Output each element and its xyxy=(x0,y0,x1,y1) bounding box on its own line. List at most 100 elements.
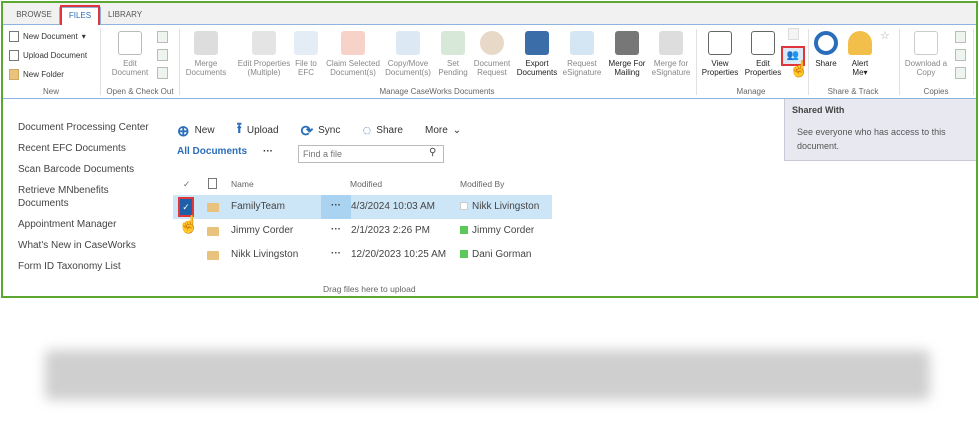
share-icon: ◌ xyxy=(362,122,372,139)
send-to-icon[interactable] xyxy=(955,49,966,61)
new-document-button[interactable]: New Document ▾ xyxy=(9,31,86,42)
search-icon[interactable]: ⚲ xyxy=(429,147,436,158)
chevron-down-icon: ⌄ xyxy=(452,125,462,136)
export-icon xyxy=(525,31,549,55)
item-modified-by[interactable]: Dani Gorman xyxy=(460,249,531,260)
merge-icon xyxy=(194,31,218,55)
edit-properties-button[interactable]: Edit Properties xyxy=(742,31,784,77)
copy-icon[interactable] xyxy=(955,31,966,43)
ribbon: New Document ▾ Upload Document New Folder… xyxy=(3,25,976,99)
upload-button[interactable]: ⭱ Upload xyxy=(237,118,279,143)
hand-cursor-icon: ☝ xyxy=(789,61,809,78)
table-row[interactable]: Jimmy Corder ··· 2/1/2023 2:26 PM Jimmy … xyxy=(173,219,552,243)
group-label-manage-caseworks: Manage CaseWorks Documents xyxy=(379,87,495,96)
claim-icon xyxy=(341,31,365,55)
nav-item[interactable]: Recent EFC Documents xyxy=(18,142,158,155)
item-menu-ellipsis[interactable]: ··· xyxy=(321,195,351,219)
upload-document-button[interactable]: Upload Document xyxy=(9,50,87,61)
nav-item[interactable]: What's New in CaseWorks xyxy=(18,239,158,252)
view-properties-button[interactable]: View Properties xyxy=(699,31,741,77)
document-request-button[interactable]: Document Request xyxy=(471,31,513,77)
view-properties-icon xyxy=(708,31,732,55)
discard-checkout-icon[interactable] xyxy=(157,67,168,79)
item-modified: 2/1/2023 2:26 PM xyxy=(351,225,430,236)
tab-library[interactable]: LIBRARY xyxy=(101,7,149,25)
row-checkbox[interactable]: ✓ xyxy=(178,197,194,217)
esignature-merge-icon xyxy=(659,31,683,55)
plus-circle-icon: ⊕ xyxy=(177,122,190,140)
item-menu-ellipsis[interactable]: ··· xyxy=(321,219,351,243)
share-button[interactable]: Share xyxy=(811,31,841,68)
nav-item[interactable]: Scan Barcode Documents xyxy=(18,163,158,176)
check-out-icon[interactable] xyxy=(157,31,168,43)
table-row[interactable]: Nikk Livingston ··· 12/20/2023 10:25 AM … xyxy=(173,243,552,267)
divider xyxy=(100,29,101,95)
set-pending-button[interactable]: Set Pending xyxy=(435,31,471,77)
more-button[interactable]: More ⌄ xyxy=(425,125,461,136)
item-name[interactable]: Jimmy Corder xyxy=(231,225,293,236)
item-modified: 12/20/2023 10:25 AM xyxy=(351,249,447,260)
version-history-icon[interactable] xyxy=(788,28,799,40)
blurred-region xyxy=(45,350,930,400)
edit-document-icon xyxy=(118,31,142,55)
item-name[interactable]: FamilyTeam xyxy=(231,201,285,212)
folder-icon xyxy=(207,203,219,212)
view-all-documents[interactable]: All Documents xyxy=(177,146,247,157)
file-to-efc-button[interactable]: File to EFC xyxy=(291,31,321,77)
item-menu-ellipsis[interactable]: ··· xyxy=(321,243,351,267)
presence-icon xyxy=(460,226,468,234)
merge-for-mailing-button[interactable]: Merge For Mailing xyxy=(605,31,649,77)
column-header-name[interactable]: Name xyxy=(231,179,254,189)
nav-item[interactable]: Retrieve MNbenefits Documents xyxy=(18,184,158,210)
edit-properties-multiple-button[interactable]: Edit Properties (Multiple) xyxy=(231,31,297,77)
sync-button[interactable]: ⟳ Sync xyxy=(301,122,341,140)
request-esignature-button[interactable]: Request eSignature xyxy=(560,31,604,77)
share-command-button[interactable]: ◌ Share xyxy=(362,122,403,139)
merge-for-esignature-button[interactable]: Merge for eSignature xyxy=(649,31,693,77)
merge-documents-button[interactable]: Merge Documents xyxy=(183,31,229,77)
group-label-copies: Copies xyxy=(923,87,949,96)
folder-icon xyxy=(9,69,19,80)
new-button[interactable]: ⊕ New xyxy=(177,122,215,140)
download-icon xyxy=(914,31,938,55)
nav-item[interactable]: Document Processing Center xyxy=(18,121,158,134)
divider xyxy=(899,29,900,95)
export-documents-button[interactable]: Export Documents xyxy=(515,31,559,77)
sharepoint-window: BROWSE FILES LIBRARY New Document ▾ Uploa… xyxy=(1,1,978,298)
edit-document-button[interactable]: Edit Document xyxy=(105,31,155,77)
item-modified-by[interactable]: Nikk Livingston xyxy=(460,201,539,212)
item-name[interactable]: Nikk Livingston xyxy=(231,249,298,260)
table-row[interactable]: ✓ FamilyTeam ··· 4/3/2024 10:03 AM Nikk … xyxy=(173,195,552,219)
select-all-checkmark[interactable]: ✓ xyxy=(183,179,190,190)
copy-move-button[interactable]: Copy/Move Document(s) xyxy=(383,31,433,77)
dropdown-icon: ▾ xyxy=(81,32,86,41)
claim-selected-button[interactable]: Claim Selected Document(s) xyxy=(323,31,383,77)
column-header-modified-by[interactable]: Modified By xyxy=(460,179,504,189)
new-document-icon xyxy=(9,31,19,42)
move-icon[interactable] xyxy=(955,67,966,79)
column-header-modified[interactable]: Modified xyxy=(350,179,382,189)
upload-icon xyxy=(9,50,19,61)
file-type-icon xyxy=(208,178,217,189)
alert-me-button[interactable]: Alert Me▾ xyxy=(845,31,875,77)
tooltip-shared-with: Shared With See everyone who has access … xyxy=(784,99,976,161)
group-label-manage: Manage xyxy=(736,87,766,96)
hourglass-icon xyxy=(441,31,465,55)
view-options-ellipsis[interactable]: ··· xyxy=(263,146,273,157)
copy-move-icon xyxy=(396,31,420,55)
highlight-box xyxy=(60,5,100,27)
person-icon xyxy=(480,31,504,55)
item-modified-by[interactable]: Jimmy Corder xyxy=(460,225,534,236)
mailing-icon xyxy=(615,31,639,55)
check-in-icon[interactable] xyxy=(157,49,168,61)
nav-item[interactable]: Form ID Taxonomy List xyxy=(18,260,158,273)
quick-launch-nav: Document Processing Center Recent EFC Do… xyxy=(18,121,158,281)
search-input[interactable] xyxy=(298,145,444,163)
divider xyxy=(808,29,809,95)
folder-icon xyxy=(207,227,219,236)
download-copy-button[interactable]: Download a Copy xyxy=(901,31,951,77)
nav-item[interactable]: Appointment Manager xyxy=(18,218,158,231)
new-folder-button[interactable]: New Folder xyxy=(9,69,64,80)
tab-browse[interactable]: BROWSE xyxy=(9,7,59,25)
follow-star-icon[interactable]: ☆ xyxy=(880,29,890,42)
